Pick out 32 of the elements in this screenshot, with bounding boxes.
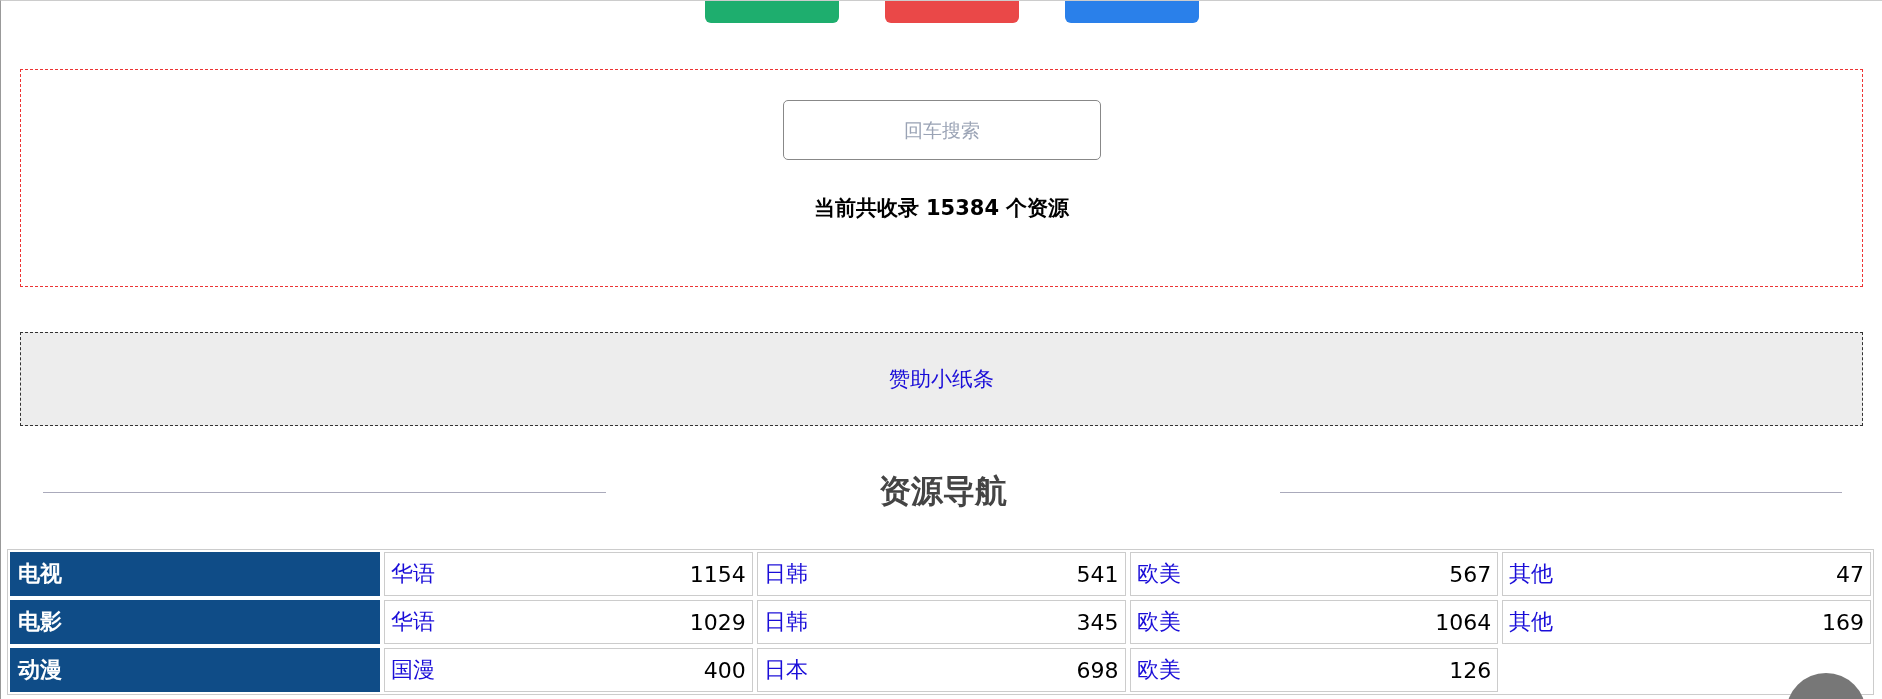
top-button[interactable] — [704, 1, 839, 23]
count-text: 1154 — [689, 561, 746, 587]
count-text: 567 — [1449, 561, 1492, 587]
count-text: 126 — [1449, 657, 1492, 683]
count-text: 1064 — [1435, 609, 1492, 635]
sponsor-link[interactable]: 赞助小纸条 — [889, 365, 994, 393]
category-link[interactable]: 欧美 — [1136, 655, 1181, 685]
category-cell: 电影 — [10, 600, 380, 644]
category-cell: 电视 — [10, 552, 380, 596]
top-button[interactable] — [1064, 1, 1199, 23]
category-link[interactable]: 其他 — [1509, 607, 1554, 637]
category-link[interactable]: 国漫 — [391, 655, 435, 685]
search-field[interactable]: 回车搜索 — [782, 100, 1101, 160]
category-link[interactable]: 华语 — [391, 607, 435, 637]
count-text: 47 — [1836, 561, 1864, 587]
count-text: 541 — [1076, 561, 1119, 587]
category-link[interactable]: 欧美 — [1136, 607, 1181, 637]
count-text: 1029 — [689, 609, 746, 635]
count-text: 169 — [1822, 609, 1864, 635]
section-heading: 资源导航 — [877, 471, 1008, 512]
category-link[interactable]: 日韩 — [763, 559, 808, 589]
category-link[interactable]: 其他 — [1509, 559, 1554, 589]
count-text: 345 — [1076, 609, 1119, 635]
top-button[interactable] — [884, 1, 1019, 23]
category-link[interactable]: 华语 — [391, 559, 435, 589]
category-link[interactable]: 欧美 — [1136, 559, 1181, 589]
category-link[interactable]: 日韩 — [763, 607, 808, 637]
category-cell: 动漫 — [10, 648, 380, 692]
resource-count: 当前共收录 15384 个资源 — [813, 195, 1070, 222]
category-link[interactable]: 日本 — [763, 655, 808, 685]
count-text: 400 — [703, 657, 746, 683]
count-text: 698 — [1076, 657, 1119, 683]
